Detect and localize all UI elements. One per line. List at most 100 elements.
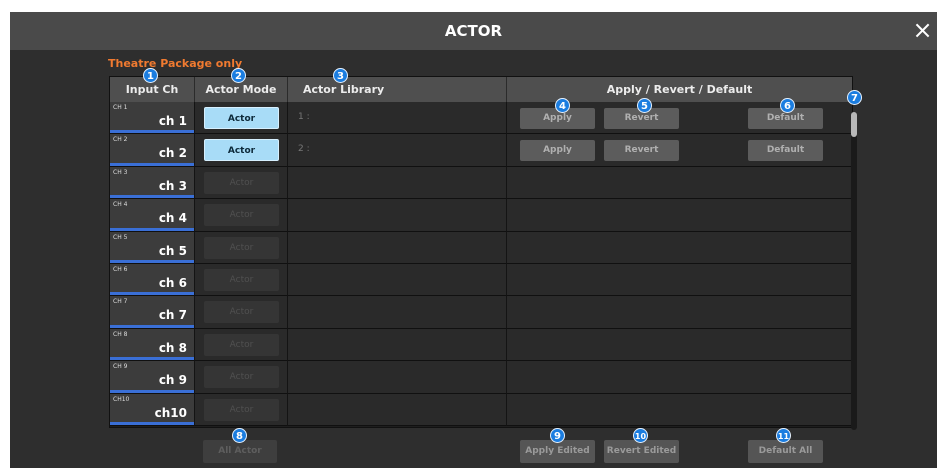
callout-9: 9 — [550, 428, 565, 443]
actor-mode-cell: Actor — [195, 296, 288, 329]
callout-5: 5 — [637, 98, 652, 113]
channel-cell[interactable]: CH 2 ch 2 — [110, 134, 195, 167]
channel-cell[interactable]: CH 3 ch 3 — [110, 166, 195, 200]
channel-cell[interactable]: CH 5 ch 5 — [110, 231, 195, 264]
channel-number: CH 3 — [113, 168, 128, 176]
channel-number: CH 2 — [113, 136, 128, 144]
channel-cell[interactable]: CH 7 ch 7 — [110, 296, 195, 329]
actor-mode-button[interactable]: Actor — [204, 269, 279, 291]
revert-button[interactable]: Revert — [604, 140, 679, 162]
header-actor-library: Actor Library — [288, 77, 507, 102]
close-icon[interactable]: × — [908, 16, 937, 46]
channel-cell[interactable]: CH10 ch10 — [110, 393, 195, 426]
actor-mode-button[interactable]: Actor — [204, 398, 279, 421]
callout-1: 1 — [143, 68, 158, 83]
channel-number: CH10 — [113, 395, 130, 403]
channel-number: CH 9 — [113, 363, 128, 371]
apply-revert-default-cell — [507, 166, 852, 200]
channel-cell[interactable]: CH 9 ch 9 — [110, 361, 195, 394]
channel-name: ch10 — [154, 405, 187, 420]
actor-mode-button[interactable]: Actor — [204, 139, 279, 162]
channel-name: ch 1 — [158, 114, 187, 128]
actor-library-cell[interactable] — [288, 361, 507, 394]
channel-cell[interactable]: CH 6 ch 6 — [110, 264, 195, 297]
channel-color-bar — [110, 259, 194, 263]
channel-number: CH 8 — [113, 330, 128, 338]
actor-mode-button[interactable]: Actor — [204, 366, 279, 389]
actor-mode-cell: Actor — [195, 166, 288, 200]
channel-number: CH 4 — [113, 201, 128, 209]
channel-name: ch 5 — [158, 243, 187, 258]
channel-color-bar — [110, 162, 194, 166]
channel-color-bar — [110, 421, 194, 425]
apply-button[interactable]: Apply — [520, 140, 595, 162]
apply-revert-default-cell — [507, 328, 852, 362]
actor-mode-cell: Actor — [195, 134, 288, 167]
default-button[interactable]: Default — [748, 140, 823, 162]
callout-8: 8 — [232, 428, 247, 443]
actor-library-text: 2 : — [298, 144, 310, 155]
callout-6: 6 — [780, 98, 795, 113]
channel-color-bar — [110, 195, 194, 199]
channel-name: ch 3 — [158, 178, 187, 193]
actor-mode-cell: Actor — [195, 361, 288, 394]
actor-mode-cell: Actor — [195, 328, 288, 362]
channel-name: ch 4 — [158, 211, 187, 226]
apply-edited-button[interactable]: Apply Edited — [520, 440, 595, 463]
callout-11: 11 — [776, 428, 791, 443]
scrollbar-thumb[interactable] — [851, 112, 857, 137]
channel-number: CH 6 — [113, 266, 128, 273]
callout-10: 10 — [633, 428, 648, 443]
channel-number: CH 1 — [113, 104, 128, 111]
actor-mode-button[interactable]: Actor — [204, 301, 279, 324]
callout-3: 3 — [333, 68, 348, 83]
title-bar: ACTOR × — [10, 12, 937, 50]
actor-library-cell[interactable] — [288, 264, 507, 297]
apply-revert-default-cell — [507, 231, 852, 264]
scrollbar[interactable] — [851, 112, 857, 430]
actor-library-cell[interactable] — [288, 231, 507, 264]
actor-library-cell[interactable] — [288, 328, 507, 362]
channel-name: ch 8 — [158, 340, 187, 355]
callout-2: 2 — [231, 68, 246, 83]
actor-mode-button[interactable]: Actor — [204, 236, 279, 259]
channel-name: ch 2 — [158, 146, 187, 161]
actor-window: ACTOR × Theatre Package only Input Ch Ac… — [10, 12, 937, 468]
channel-name: ch 6 — [158, 276, 187, 290]
actor-library-cell[interactable]: 1 : — [288, 102, 507, 135]
actor-mode-button[interactable]: Actor — [204, 204, 279, 227]
channel-color-bar — [110, 227, 194, 231]
apply-revert-default-cell — [507, 199, 852, 232]
channel-color-bar — [110, 389, 194, 393]
actor-mode-cell: Actor — [195, 199, 288, 232]
actor-library-cell[interactable]: 2 : — [288, 134, 507, 167]
channel-cell[interactable]: CH 8 ch 8 — [110, 328, 195, 362]
channel-name: ch 7 — [158, 308, 187, 323]
channel-color-bar — [110, 324, 194, 328]
channel-cell[interactable]: CH 1 ch 1 — [110, 102, 195, 135]
channel-color-bar — [110, 130, 194, 134]
actor-mode-cell: Actor — [195, 264, 288, 297]
actor-library-cell[interactable] — [288, 393, 507, 426]
channel-name: ch 9 — [158, 373, 187, 388]
apply-revert-default-cell — [507, 393, 852, 426]
actor-library-cell[interactable] — [288, 296, 507, 329]
apply-revert-default-cell — [507, 296, 852, 329]
actor-library-cell[interactable] — [288, 166, 507, 200]
window-title: ACTOR — [444, 22, 503, 40]
apply-revert-default-cell — [507, 264, 852, 297]
actor-library-cell[interactable] — [288, 199, 507, 232]
callout-4: 4 — [555, 98, 570, 113]
actor-mode-button[interactable]: Actor — [204, 171, 279, 194]
actor-mode-button[interactable]: Actor — [204, 107, 279, 129]
apply-revert-default-cell — [507, 361, 852, 394]
actor-mode-button[interactable]: Actor — [204, 333, 279, 356]
channel-number: CH 5 — [113, 233, 128, 241]
actor-mode-cell: Actor — [195, 231, 288, 264]
actor-table: Input Ch Actor Mode Actor Library Apply … — [109, 76, 853, 428]
channel-color-bar — [110, 292, 194, 296]
callout-7: 7 — [847, 90, 862, 105]
channel-cell[interactable]: CH 4 ch 4 — [110, 199, 195, 232]
actor-library-text: 1 : — [298, 112, 310, 122]
apply-revert-default-cell: Apply Revert Default — [507, 134, 852, 167]
